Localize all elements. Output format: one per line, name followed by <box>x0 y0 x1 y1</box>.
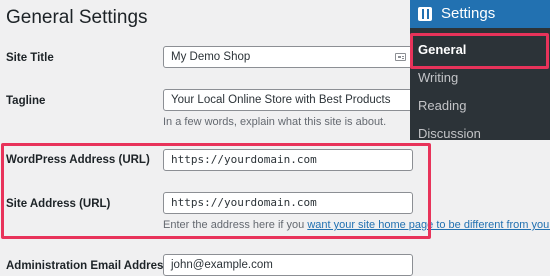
admin-sidebar-menu: Settings General Writing Reading Discuss… <box>410 0 550 142</box>
submenu-item-reading[interactable]: Reading <box>418 98 466 114</box>
general-menu-highlight <box>410 33 549 69</box>
settings-menu-heading[interactable]: Settings <box>410 0 550 28</box>
autofill-card-icon[interactable] <box>395 53 406 61</box>
admin-email-value: john@example.com <box>171 259 273 271</box>
tagline-input[interactable]: Your Local Online Store with Best Produc… <box>163 89 425 111</box>
submenu-item-writing[interactable]: Writing <box>418 70 458 86</box>
settings-sliders-icon <box>418 7 432 21</box>
url-fields-highlight <box>1 143 431 239</box>
submenu-item-discussion[interactable]: Discussion <box>418 126 481 142</box>
site-title-label: Site Title <box>6 52 54 64</box>
admin-email-label: Administration Email Address <box>6 260 170 272</box>
tagline-value: Your Local Online Store with Best Produc… <box>171 94 391 106</box>
admin-email-input[interactable]: john@example.com <box>163 254 413 276</box>
tagline-description: In a few words, explain what this site i… <box>163 116 387 128</box>
site-title-value: My Demo Shop <box>171 51 251 63</box>
settings-menu-label: Settings <box>441 5 496 22</box>
tagline-label: Tagline <box>6 95 46 107</box>
page-title: General Settings <box>6 7 148 28</box>
site-title-input[interactable]: My Demo Shop <box>163 46 413 68</box>
